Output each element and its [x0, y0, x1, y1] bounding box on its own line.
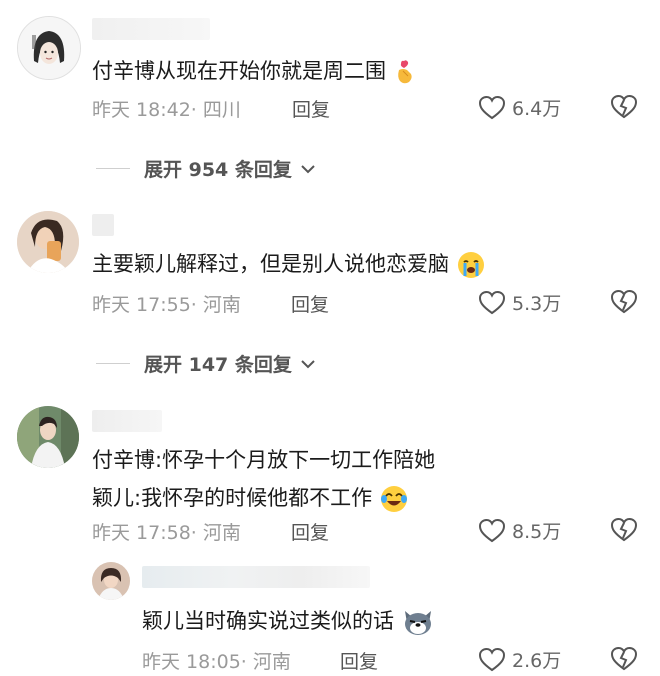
expand-divider: [96, 168, 130, 169]
expand-divider: [96, 363, 130, 364]
expand-replies-button[interactable]: 展开 954 条回复: [96, 155, 316, 182]
comment-meta: 昨天 17:55· 河南: [92, 290, 241, 317]
username-placeholder[interactable]: [92, 18, 210, 40]
chevron-down-icon: [301, 359, 315, 368]
avatar-illustration: [18, 17, 80, 79]
reply-meta: 昨天 18:05· 河南: [142, 647, 291, 674]
broken-heart-icon: [610, 517, 638, 542]
expand-replies-button[interactable]: 展开 147 条回复: [96, 350, 316, 377]
avatar-photo: [17, 406, 79, 468]
dislike-button[interactable]: [610, 289, 638, 319]
broken-heart-icon: [610, 94, 638, 119]
crying-face-emoji: [457, 252, 484, 278]
heart-hand-emoji: [397, 60, 412, 84]
comment-time: 昨天 17:55: [92, 294, 191, 316]
broken-heart-icon: [610, 289, 638, 314]
like-button[interactable]: 2.6万: [478, 646, 561, 673]
reply-location: · 河南: [240, 651, 291, 673]
dislike-button[interactable]: [610, 517, 638, 547]
expand-label: 展开 147 条回复: [144, 354, 292, 376]
like-count: 8.5万: [512, 521, 562, 543]
avatar[interactable]: [17, 406, 79, 468]
comment-meta: 昨天 18:42· 四川: [92, 95, 241, 122]
comment-time: 昨天 17:58: [92, 522, 191, 544]
laughing-tears-emoji: [380, 486, 407, 512]
dog-face-emoji: [404, 611, 431, 635]
chevron-down-icon: [301, 164, 315, 173]
dislike-button[interactable]: [610, 94, 638, 124]
like-button[interactable]: 8.5万: [478, 517, 561, 544]
reply-time: 昨天 18:05: [142, 651, 241, 673]
like-count: 6.4万: [512, 98, 562, 120]
broken-heart-icon: [610, 646, 638, 671]
avatar-photo: [92, 562, 130, 600]
heart-icon: [478, 95, 506, 119]
avatar[interactable]: [17, 211, 79, 273]
comment-location: · 河南: [190, 294, 241, 316]
like-count: 2.6万: [512, 650, 562, 672]
comment-text-line: 付辛博:怀孕十个月放下一切工作陪她: [92, 448, 436, 472]
comment-text: 主要颖儿解释过，但是别人说他恋爱脑: [92, 248, 486, 280]
comment-text: 付辛博从现在开始你就是周二围: [92, 55, 417, 87]
comment-location: · 河南: [190, 522, 241, 544]
comment-time: 昨天 18:42: [92, 99, 191, 121]
heart-icon: [478, 518, 506, 542]
reply-button[interactable]: 回复: [291, 290, 329, 317]
expand-label: 展开 954 条回复: [144, 159, 292, 181]
like-button[interactable]: 5.3万: [478, 289, 561, 316]
comment-meta: 昨天 17:58· 河南: [92, 518, 241, 545]
reply-button[interactable]: 回复: [340, 647, 378, 674]
username-placeholder[interactable]: [92, 214, 114, 236]
avatar-photo: [17, 211, 79, 273]
heart-icon: [478, 290, 506, 314]
username-placeholder[interactable]: [142, 566, 370, 588]
comment-text-line: 颖儿:我怀孕的时候他都不工作: [92, 482, 435, 514]
heart-icon: [478, 647, 506, 671]
comment-text: 付辛博:怀孕十个月放下一切工作陪她 颖儿:我怀孕的时候他都不工作: [92, 444, 435, 514]
like-count: 5.3万: [512, 293, 562, 315]
like-button[interactable]: 6.4万: [478, 94, 561, 121]
reply-button[interactable]: 回复: [292, 95, 330, 122]
avatar[interactable]: [92, 562, 130, 600]
reply-text: 颖儿当时确实说过类似的话: [142, 605, 435, 637]
reply-button[interactable]: 回复: [291, 518, 329, 545]
dislike-button[interactable]: [610, 646, 638, 676]
avatar[interactable]: [17, 16, 81, 80]
username-placeholder[interactable]: [92, 410, 162, 432]
comment-location: · 四川: [190, 99, 241, 121]
